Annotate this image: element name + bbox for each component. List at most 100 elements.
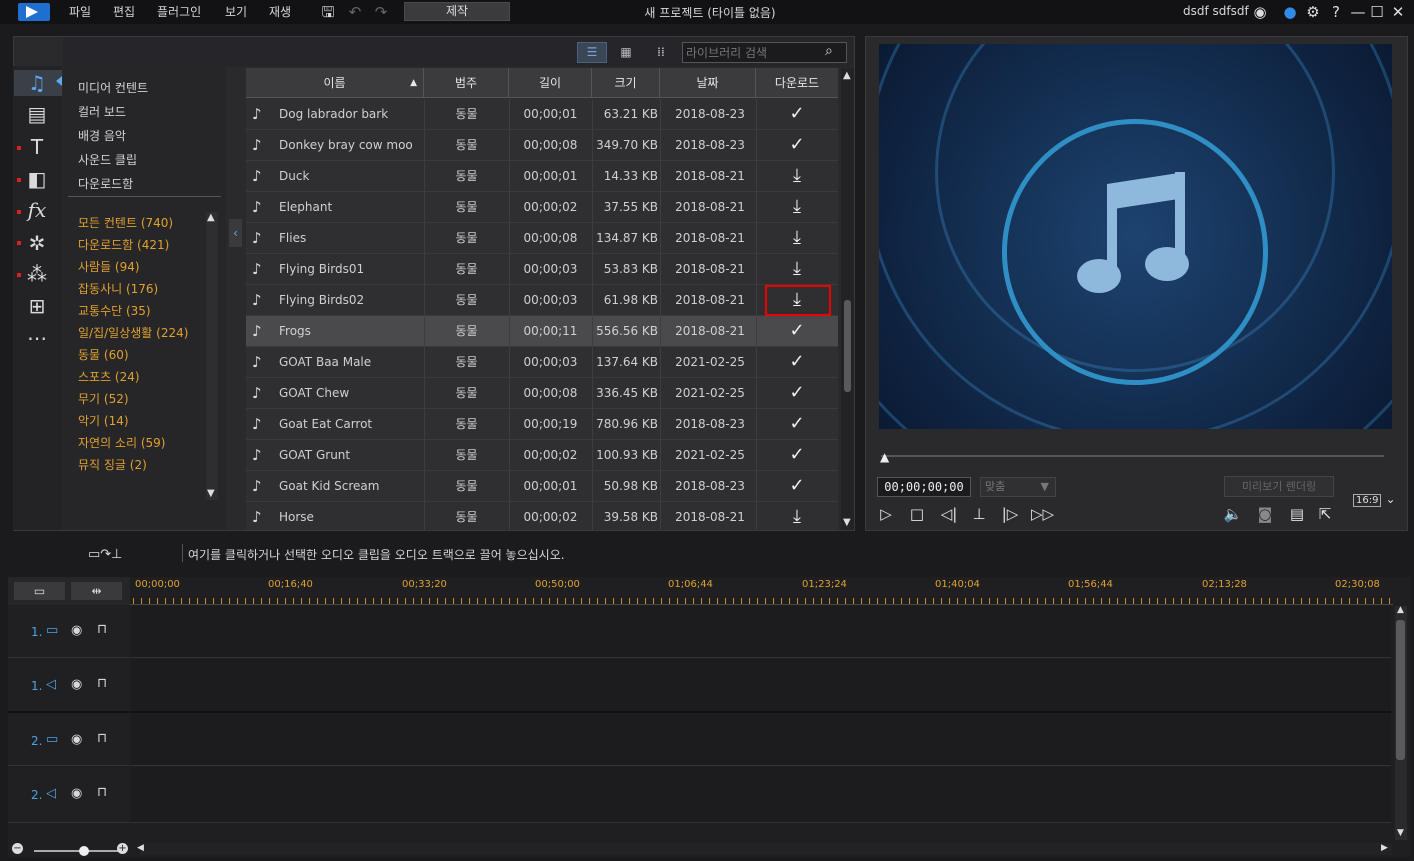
media-icon[interactable]: ♫	[24, 71, 50, 95]
menu-plugin[interactable]: 플러그인	[157, 3, 201, 20]
preview-seekbar[interactable]	[881, 455, 1384, 457]
subtitle-icon[interactable]: ⊞	[24, 294, 50, 318]
scroll-down-icon[interactable]: ▼	[843, 517, 851, 528]
menu-view[interactable]: 보기	[225, 3, 247, 20]
table-row[interactable]: ♪ Elephant 동물 00;00;02 37.55 KB 2018-08-21 ⤓	[246, 192, 838, 223]
list-view-icon[interactable]: ☰	[577, 42, 607, 63]
zoom-slider[interactable]	[34, 850, 120, 852]
column-header-length[interactable]: 길이	[509, 68, 592, 98]
table-row[interactable]: ♪ Flies 동물 00;00;08 134.87 KB 2018-08-21 ⤓	[246, 223, 838, 254]
table-row[interactable]: ♪ GOAT Grunt 동물 00;00;02 100.93 KB 2021-02-25…	[246, 440, 838, 471]
timeline-hscrollbar[interactable]	[140, 843, 1392, 855]
scroll-up-icon[interactable]: ▲	[207, 212, 215, 223]
title-icon[interactable]: T	[24, 135, 50, 159]
preview-screen[interactable]	[879, 44, 1392, 429]
zoom-in-icon[interactable]: +	[117, 843, 128, 854]
subcategory-item[interactable]: 동물 (60)	[78, 346, 129, 363]
table-row[interactable]: ♪ Donkey bray cow moo 동물 00;00;08 349.70 KB 2…	[246, 130, 838, 161]
subcategory-item[interactable]: 자연의 소리 (59)	[78, 434, 165, 451]
menu-file[interactable]: 파일	[69, 3, 91, 20]
download-icon[interactable]: ⤓	[756, 161, 838, 191]
pip-icon[interactable]: ✲	[24, 231, 50, 255]
subcategory-item[interactable]: 악기 (14)	[78, 412, 129, 429]
subcategory-item[interactable]: 잡동사니 (176)	[78, 280, 158, 297]
track-header-video-1[interactable]	[8, 606, 130, 658]
lock-icon[interactable]: ⊓	[97, 731, 107, 746]
track-manager-icon[interactable]: ▭	[14, 582, 65, 600]
scroll-left-icon[interactable]: ◀	[137, 843, 144, 853]
subcategory-item[interactable]: 사람들 (94)	[78, 258, 140, 275]
subcategory-item[interactable]: 무기 (52)	[78, 390, 129, 407]
category-scrollbar[interactable]	[206, 212, 218, 500]
preview-render-button[interactable]: 미리보기 렌더링	[1224, 476, 1334, 497]
seek-handle-icon[interactable]: ▲	[880, 450, 889, 464]
fx-icon[interactable]: fx	[24, 198, 50, 222]
lock-icon[interactable]: ⊓	[97, 622, 107, 637]
aspect-ratio-dropdown[interactable]: 16:9 ⌄	[1353, 492, 1397, 510]
category-sound-clips[interactable]: 사운드 클립	[78, 151, 137, 168]
snapshot-icon[interactable]: ◙	[1254, 504, 1276, 524]
table-row[interactable]: ♪ Horse 동물 00;00;02 39.58 KB 2018-08-21 ⤓	[246, 502, 838, 530]
fit-timeline-icon[interactable]: ⇹	[71, 582, 122, 600]
fit-dropdown[interactable]: 맞춤 ▼	[980, 477, 1056, 497]
redo-icon[interactable]: ↷	[371, 2, 391, 22]
minimize-icon[interactable]: —	[1348, 2, 1368, 22]
template-icon[interactable]: ▤	[24, 102, 50, 126]
lock-icon[interactable]: ⊓	[97, 676, 107, 691]
next-frame-icon[interactable]: |▷	[999, 504, 1021, 524]
subcategory-item[interactable]: 일/집/일상생활 (224)	[78, 324, 188, 341]
previous-frame-icon[interactable]: ◁|	[938, 504, 960, 524]
track-header-audio-2[interactable]	[8, 767, 130, 823]
eye-icon[interactable]: ◉	[71, 732, 82, 747]
timecode-display[interactable]: 00;00;00;00	[877, 477, 971, 497]
column-header-download[interactable]: 다운로드	[756, 68, 838, 98]
eye-icon[interactable]: ◉	[71, 677, 82, 692]
table-row[interactable]: ♪ Flying Birds02 동물 00;00;03 61.98 KB 2018-08…	[246, 285, 838, 316]
table-scrollbar[interactable]	[841, 68, 854, 530]
column-header-name[interactable]: 이름 ▲	[246, 68, 424, 98]
undo-icon[interactable]: ↶	[345, 2, 365, 22]
app-logo-icon[interactable]	[18, 3, 50, 21]
track-header-audio-1[interactable]	[8, 659, 130, 713]
download-icon[interactable]: ⤓	[756, 192, 838, 222]
category-background-music[interactable]: 배경 음악	[78, 127, 126, 144]
table-row[interactable]: ♪ Frogs 동물 00;00;11 556.56 KB 2018-08-21 ✓	[246, 316, 838, 347]
timeline-vscroll-thumb[interactable]	[1396, 620, 1405, 760]
menu-edit[interactable]: 편집	[113, 3, 135, 20]
user-name[interactable]: dsdf sdfsdf	[1183, 4, 1249, 18]
transition-icon[interactable]: ◧	[24, 167, 50, 191]
library-search-input[interactable]	[682, 42, 847, 63]
volume-icon[interactable]: 🔈	[1222, 504, 1244, 524]
track-area-video-2[interactable]	[131, 714, 1391, 766]
eye-icon[interactable]: ◉	[71, 623, 82, 638]
search-icon[interactable]: ⌕	[825, 43, 833, 59]
subtitle-toggle-icon[interactable]: ▤	[1286, 504, 1308, 524]
subcategory-item[interactable]: 뮤직 징글 (2)	[78, 456, 147, 473]
track-header-video-2[interactable]	[8, 714, 130, 766]
table-row[interactable]: ♪ GOAT Baa Male 동물 00;00;03 137.64 KB 2021-02…	[246, 347, 838, 378]
column-header-category[interactable]: 범주	[424, 68, 509, 98]
gear-icon[interactable]: ⚙	[1303, 2, 1323, 22]
category-color-board[interactable]: 컬러 보드	[78, 103, 126, 120]
produce-button[interactable]: 제작	[404, 2, 510, 21]
download-icon[interactable]: ⤓	[756, 223, 838, 253]
more-rooms-icon[interactable]: ⋯	[24, 326, 50, 350]
track-area-audio-2[interactable]	[131, 767, 1391, 823]
more-options-icon[interactable]: ⁞⁞	[651, 42, 671, 63]
stop-icon[interactable]: □	[906, 504, 928, 524]
table-row[interactable]: ♪ Flying Birds01 동물 00;00;03 53.83 KB 2018-08…	[246, 254, 838, 285]
help-icon[interactable]: ?	[1326, 2, 1346, 22]
play-icon[interactable]: ▷	[875, 504, 897, 524]
close-icon[interactable]: ✕	[1388, 2, 1408, 22]
scroll-up-icon[interactable]: ▲	[1397, 605, 1404, 615]
column-header-date[interactable]: 날짜	[660, 68, 756, 98]
subcategory-item[interactable]: 교통수단 (35)	[78, 302, 151, 319]
undock-icon[interactable]: ⇱	[1314, 504, 1336, 524]
notification-icon[interactable]: ●	[1280, 2, 1300, 22]
scroll-right-icon[interactable]: ▶	[1381, 843, 1388, 853]
split-icon[interactable]: ⊥	[968, 504, 990, 524]
category-downloaded[interactable]: 다운로드함	[78, 175, 133, 192]
particle-icon[interactable]: ⁂	[24, 262, 50, 286]
save-icon[interactable]: 🖫	[318, 2, 338, 22]
table-row[interactable]: ♪ Goat Kid Scream 동물 00;00;01 50.98 KB 2018-0…	[246, 471, 838, 502]
